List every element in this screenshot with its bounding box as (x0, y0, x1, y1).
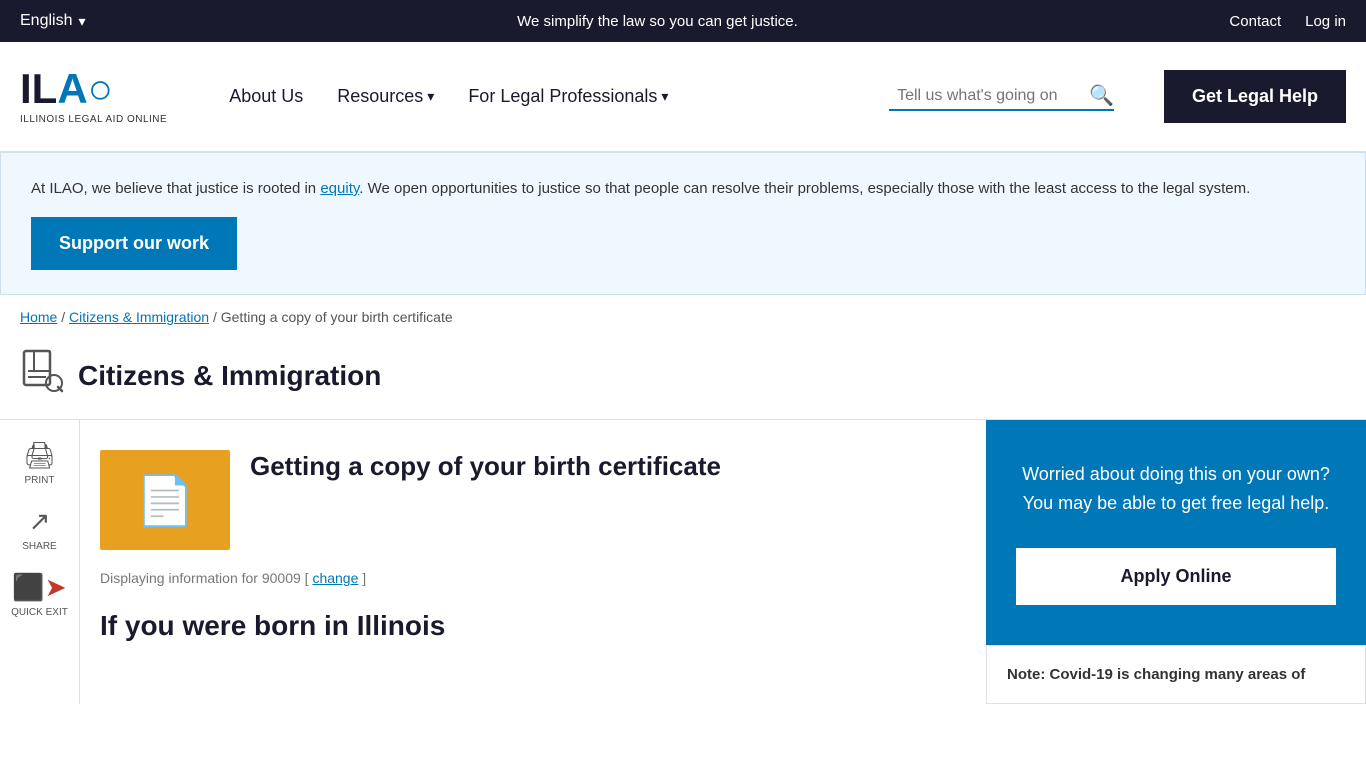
help-text: Worried about doing this on your own? Yo… (1016, 460, 1336, 518)
logo-a: A (57, 65, 87, 112)
right-panel: Worried about doing this on your own? Yo… (986, 420, 1366, 704)
breadcrumb-current: Getting a copy of your birth certificate (221, 309, 453, 325)
breadcrumb-home[interactable]: Home (20, 309, 57, 325)
language-selector[interactable]: English ▾ (20, 12, 86, 30)
nav-about[interactable]: About Us (217, 78, 315, 115)
top-bar-links: Contact Log in (1229, 13, 1346, 30)
logo[interactable]: ILA○ ILLINOIS LEGAL AID ONLINE (20, 68, 167, 125)
section-title: If you were born in Illinois (100, 610, 966, 642)
content-wrapper: 📄 Getting a copy of your birth certifica… (80, 420, 1366, 704)
note-text: Note: Covid-19 is changing many areas of (1007, 666, 1305, 683)
print-action[interactable]: 🖨 PRINT (23, 440, 56, 486)
breadcrumb-sep2: / (213, 309, 221, 325)
get-help-button[interactable]: Get Legal Help (1164, 70, 1346, 123)
displaying-info: Displaying information for 90009 [ chang… (100, 570, 966, 586)
article-card: 📄 Getting a copy of your birth certifica… (100, 450, 966, 550)
search-area: 🔍 (889, 83, 1114, 111)
print-icon: 🖨 (23, 440, 56, 471)
banner-text: At ILAO, we believe that justice is root… (31, 177, 1335, 201)
nav-resources[interactable]: Resources ▾ (325, 78, 446, 115)
logo-subtitle: ILLINOIS LEGAL AID ONLINE (20, 114, 167, 125)
contact-link[interactable]: Contact (1229, 13, 1281, 30)
resources-chevron-icon: ▾ (427, 88, 434, 105)
article-thumbnail: 📄 (100, 450, 230, 550)
content-left: 📄 Getting a copy of your birth certifica… (80, 420, 986, 704)
main-content: 🖨 PRINT ↗ SHARE ⬛➤ QUICK EXIT 📄 Getting … (0, 420, 1366, 704)
article-title: Getting a copy of your birth certificate (250, 450, 721, 484)
note-panel: Note: Covid-19 is changing many areas of (986, 645, 1366, 704)
help-panel: Worried about doing this on your own? Yo… (986, 420, 1366, 645)
category-title: Citizens & Immigration (78, 360, 381, 392)
help-line2: You may be able to get free legal help. (1023, 493, 1330, 513)
category-icon (20, 349, 64, 403)
tagline: We simplify the law so you can get justi… (517, 13, 798, 30)
share-label: SHARE (22, 541, 56, 552)
breadcrumb-sep1: / (61, 309, 69, 325)
login-link[interactable]: Log in (1305, 13, 1346, 30)
legal-chevron-icon: ▾ (661, 88, 668, 105)
category-header: Citizens & Immigration (0, 339, 1366, 420)
logo-il: IL (20, 65, 57, 112)
breadcrumb-category[interactable]: Citizens & Immigration (69, 309, 209, 325)
nav-links: About Us Resources ▾ For Legal Professio… (217, 78, 859, 115)
equity-link[interactable]: equity (320, 180, 359, 197)
quick-exit-action[interactable]: ⬛➤ QUICK EXIT (11, 572, 68, 618)
apply-online-button[interactable]: Apply Online (1016, 548, 1336, 605)
logo-circle: ○ (88, 65, 113, 112)
language-chevron-icon: ▾ (78, 13, 85, 30)
help-line1: Worried about doing this on your own? (1022, 464, 1330, 484)
nav-resources-label: Resources (337, 86, 423, 107)
displaying-close: ] (362, 570, 366, 586)
nav-bar: ILA○ ILLINOIS LEGAL AID ONLINE About Us … (0, 42, 1366, 152)
article-thumb-icon: 📄 (135, 472, 195, 529)
share-action[interactable]: ↗ SHARE (22, 506, 56, 552)
sidebar-actions: 🖨 PRINT ↗ SHARE ⬛➤ QUICK EXIT (0, 420, 80, 704)
share-icon: ↗ (29, 506, 51, 537)
search-icon[interactable]: 🔍 (1089, 83, 1114, 108)
quick-exit-label: QUICK EXIT (11, 607, 68, 618)
search-input[interactable] (889, 83, 1089, 109)
breadcrumb: Home / Citizens & Immigration / Getting … (0, 295, 1366, 339)
top-bar: English ▾ We simplify the law so you can… (0, 0, 1366, 42)
banner: At ILAO, we believe that justice is root… (0, 152, 1366, 295)
support-btn[interactable]: Support our work (31, 217, 237, 270)
quick-exit-icon: ⬛➤ (12, 572, 66, 603)
displaying-text: Displaying information for 90009 [ (100, 570, 309, 586)
print-label: PRINT (24, 475, 54, 486)
nav-legal-label: For Legal Professionals (468, 86, 657, 107)
language-label: English (20, 12, 72, 30)
change-link[interactable]: change (312, 570, 358, 586)
logo-text: ILA○ (20, 68, 167, 110)
nav-legal-professionals[interactable]: For Legal Professionals ▾ (456, 78, 680, 115)
